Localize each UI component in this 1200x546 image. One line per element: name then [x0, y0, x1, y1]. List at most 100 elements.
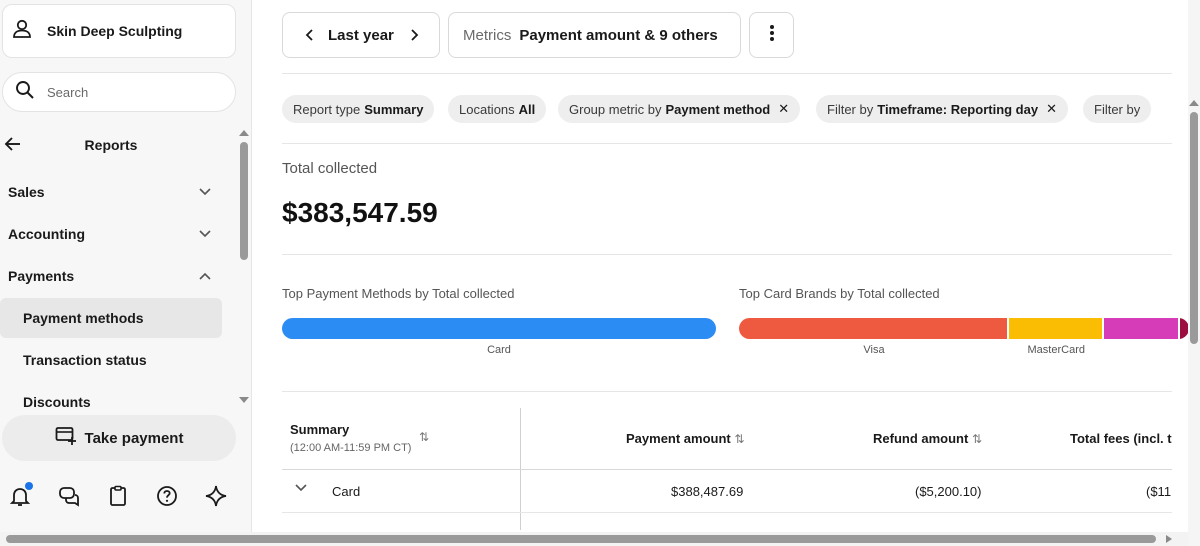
- sidebar-item-payment-methods[interactable]: Payment methods: [0, 298, 222, 338]
- close-icon[interactable]: ✕: [778, 101, 789, 117]
- sort-icon[interactable]: ⇅: [419, 430, 429, 444]
- chevron-down-icon: [198, 185, 212, 202]
- payment-methods-bar: [282, 318, 716, 339]
- chevron-right-icon[interactable]: [407, 28, 421, 46]
- reports-title: Reports: [84, 137, 138, 153]
- bar-segment: [1180, 318, 1188, 339]
- help-icon[interactable]: [155, 484, 179, 508]
- nav-item-accounting[interactable]: Accounting: [0, 214, 222, 254]
- filter-chip-timeframe[interactable]: Filter by Timeframe: Reporting day ✕: [816, 95, 1068, 123]
- nav-item-label: Accounting: [8, 226, 85, 242]
- reports-header: Reports: [0, 128, 234, 162]
- chevron-down-icon: [198, 227, 212, 244]
- chevron-up-icon: [198, 269, 212, 286]
- divider: [282, 73, 1172, 74]
- bar-segment: [1009, 318, 1102, 339]
- filter-chip-report-type[interactable]: Report type Summary: [282, 95, 435, 123]
- scrollbar-thumb[interactable]: [6, 535, 1156, 543]
- bar-segment: [282, 318, 716, 339]
- notification-dot: [25, 482, 33, 490]
- account-switcher[interactable]: Skin Deep Sculpting: [2, 4, 236, 58]
- divider: [282, 391, 1172, 392]
- filter-chip-add[interactable]: Filter by: [1083, 95, 1152, 123]
- account-name: Skin Deep Sculpting: [47, 23, 183, 39]
- card-brands-chart-title: Top Card Brands by Total collected: [739, 286, 940, 301]
- sidebar-item-label: Payment methods: [23, 310, 144, 326]
- metrics-label: Metrics: [463, 26, 512, 44]
- bar-category-label: Card: [487, 344, 511, 356]
- sort-icon[interactable]: ⇅: [972, 432, 982, 446]
- payment-amount-header[interactable]: Payment amount ⇅: [626, 431, 744, 446]
- nav-item-label: Payments: [8, 268, 75, 284]
- sidebar-item-label: Discounts: [23, 394, 91, 410]
- sidebar-scrollbar[interactable]: [240, 142, 248, 260]
- search-input[interactable]: Search: [2, 72, 236, 112]
- summary-timeframe: (12:00 AM-11:59 PM CT): [290, 442, 412, 454]
- search-placeholder: Search: [47, 84, 89, 100]
- payment-terminal-icon: [55, 426, 77, 450]
- column-label: Refund amount: [873, 431, 969, 446]
- sort-icon[interactable]: ⇅: [734, 432, 744, 446]
- chevron-down-icon[interactable]: [294, 481, 308, 498]
- take-payment-label: Take payment: [84, 429, 184, 447]
- scroll-right-arrow[interactable]: [1166, 535, 1172, 543]
- filter-chip-locations[interactable]: Locations All: [448, 95, 547, 123]
- date-range-label: Last year: [328, 27, 394, 44]
- nav-item-sales[interactable]: Sales: [0, 172, 222, 212]
- divider: [282, 254, 1172, 255]
- total-fees-header[interactable]: Total fees (incl. t: [1070, 431, 1172, 446]
- card-brands-bar: [739, 318, 1188, 339]
- chip-prefix: Group metric by: [569, 101, 662, 117]
- scrollbar-thumb[interactable]: [1190, 112, 1198, 344]
- refund-amount-header[interactable]: Refund amount ⇅: [873, 431, 982, 446]
- search-icon: [15, 80, 35, 105]
- close-icon[interactable]: ✕: [1046, 101, 1057, 117]
- clipboard-icon[interactable]: [106, 484, 130, 508]
- bell-icon[interactable]: [8, 482, 33, 508]
- sidebar: Skin Deep Sculpting Search Reports Sales…: [0, 0, 252, 546]
- scroll-up-arrow[interactable]: [1189, 100, 1199, 106]
- column-label: Payment amount: [626, 431, 731, 446]
- more-vertical-icon: [769, 24, 775, 46]
- summary-column-header[interactable]: Summary: [290, 422, 349, 437]
- nav-item-label: Sales: [8, 184, 45, 200]
- chip-prefix: Filter by: [1094, 101, 1141, 117]
- more-options-button[interactable]: [749, 12, 794, 58]
- payment-methods-chart-title: Top Payment Methods by Total collected: [282, 286, 515, 301]
- table-row[interactable]: Card $388,487.69 ($5,200.10) ($11: [282, 469, 1172, 513]
- chip-value: Timeframe: Reporting day: [877, 101, 1039, 117]
- sidebar-item-label: Transaction status: [23, 352, 147, 368]
- take-payment-button[interactable]: Take payment: [2, 415, 236, 461]
- total-collected-value: $383,547.59: [282, 197, 438, 228]
- horizontal-scrollbar[interactable]: [0, 532, 1188, 546]
- bar-segment: [739, 318, 1007, 339]
- chevron-left-icon[interactable]: [303, 28, 317, 46]
- chip-value: Summary: [364, 101, 424, 117]
- scroll-down-arrow[interactable]: [239, 397, 249, 403]
- bar-category-label: Visa: [863, 344, 885, 356]
- chip-prefix: Locations: [459, 101, 515, 117]
- sparkle-icon[interactable]: [204, 484, 228, 508]
- refund-amount-cell: ($5,200.10): [915, 484, 982, 499]
- chip-prefix: Filter by: [827, 101, 874, 117]
- person-icon: [11, 18, 33, 45]
- metrics-value: Payment amount & 9 others: [519, 26, 718, 44]
- metrics-selector[interactable]: Metrics Payment amount & 9 others: [448, 12, 741, 58]
- chip-value: All: [518, 101, 536, 117]
- chip-value: Payment method: [665, 101, 771, 117]
- main-vertical-scrollbar[interactable]: [1188, 0, 1200, 546]
- divider: [282, 143, 1172, 144]
- row-label: Card: [332, 484, 361, 499]
- payment-amount-cell: $388,487.69: [671, 484, 744, 499]
- app-window: Skin Deep Sculpting Search Reports Sales…: [0, 0, 1200, 546]
- scroll-up-arrow[interactable]: [239, 130, 249, 136]
- table-header: Summary (12:00 AM-11:59 PM CT) ⇅ Payment…: [282, 408, 1172, 468]
- nav-item-payments[interactable]: Payments: [0, 256, 222, 296]
- footer-toolbar: [0, 478, 240, 514]
- bar-category-label: MasterCard: [1027, 344, 1085, 356]
- chat-icon[interactable]: [57, 484, 81, 508]
- date-range-selector[interactable]: Last year: [282, 12, 440, 58]
- sidebar-item-transaction-status[interactable]: Transaction status: [0, 340, 222, 380]
- chip-prefix: Report type: [293, 101, 361, 117]
- filter-chip-group-metric[interactable]: Group metric by Payment method ✕: [558, 95, 801, 123]
